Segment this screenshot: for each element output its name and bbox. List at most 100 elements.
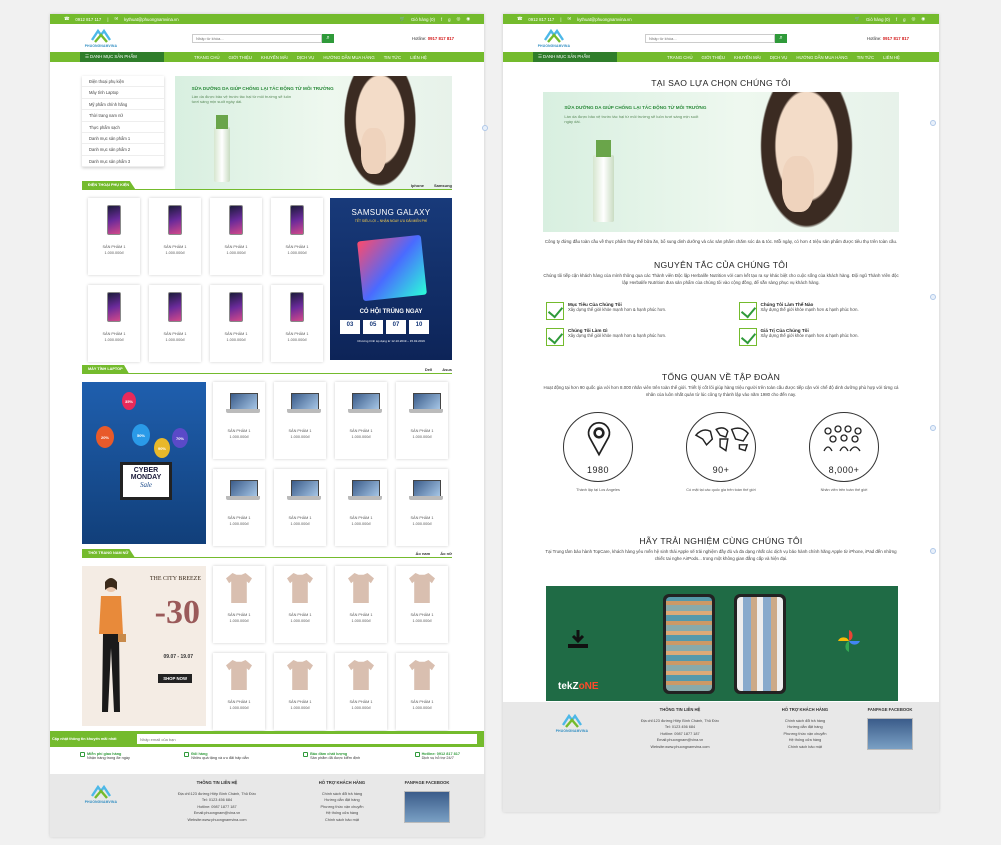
tab-asus[interactable]: Asus xyxy=(442,367,452,372)
product-card[interactable]: SẢN PHẨM 1 1.000.000đ xyxy=(274,653,326,730)
cyber-monday-banner[interactable]: 20% 50% 70% 90% 35% CYBER MONDAY Sale xyxy=(82,382,206,544)
product-card[interactable]: SẢN PHẨM 1 1.000.000đ xyxy=(210,285,262,362)
section-title: MÁY TÍNH LAPTOP xyxy=(82,365,129,373)
tab-women[interactable]: Áo nữ xyxy=(440,551,452,556)
nav-guide[interactable]: HƯỚNG DẪN MUA HÀNG xyxy=(323,55,374,60)
search-button[interactable]: ⌕ xyxy=(775,33,787,43)
category-item[interactable]: Danh mục sản phẩm 1 xyxy=(82,133,164,145)
hero-banner[interactable]: SỮA DƯỠNG DA GIÚP CHỐNG LẠI TÁC ĐỘNG TỪ … xyxy=(175,76,452,190)
product-card[interactable]: SẢN PHẨM 1 1.000.000đ xyxy=(149,198,201,275)
top-email[interactable]: kythuat@phuongnamvina.vn xyxy=(124,17,179,22)
tab-men[interactable]: Áo nam xyxy=(416,551,431,556)
product-card[interactable]: SẢN PHẨM 1 1.000.000đ xyxy=(213,566,265,643)
shop-now-button[interactable]: SHOP NOW xyxy=(158,674,192,683)
nav-contact[interactable]: LIÊN HỆ xyxy=(410,55,427,60)
cart-icon[interactable]: 🛒 xyxy=(400,16,405,22)
scroll-marker-icon[interactable] xyxy=(482,125,488,131)
principle-item: Chúng Tôi Làm Thế Nào Xây dựng thế giới k… xyxy=(738,302,902,320)
nav-news[interactable]: TIN TỨC xyxy=(857,55,874,60)
product-card[interactable]: SẢN PHẨM 1 1.000.000đ xyxy=(396,469,448,546)
chat-icon[interactable]: ◉ xyxy=(466,16,470,22)
nav-services[interactable]: DỊCH VỤ xyxy=(770,55,788,60)
product-card[interactable]: SẢN PHẨM 1 1.000.000đ xyxy=(335,382,387,459)
chat-icon[interactable]: ◉ xyxy=(921,16,925,22)
search-input[interactable] xyxy=(645,33,775,43)
category-menu-button[interactable]: ☰ DANH MỤC SẢN PHẨM xyxy=(80,52,164,62)
instagram-icon[interactable]: ◎ xyxy=(457,16,461,22)
google-icon[interactable]: g xyxy=(903,17,905,22)
logo[interactable]: PHUONGNAMVINA xyxy=(80,28,122,48)
search-icon: ⌕ xyxy=(779,34,783,41)
tab-iphone[interactable]: Iphone xyxy=(411,183,424,188)
nav-promo[interactable]: KHUYẾN MÃI xyxy=(261,55,288,60)
facebook-widget[interactable] xyxy=(867,718,913,750)
product-card[interactable]: SẢN PHẨM 1 1.000.000đ xyxy=(396,382,448,459)
product-card[interactable]: SẢN PHẨM 1 1.000.000đ xyxy=(335,469,387,546)
category-item[interactable]: Thực phẩm sạch xyxy=(82,122,164,133)
product-card[interactable]: SẢN PHẨM 1 1.000.000đ xyxy=(274,566,326,643)
category-item[interactable]: Máy tính Laptop xyxy=(82,87,164,99)
tab-samsung[interactable]: Samsung xyxy=(434,183,452,188)
fashion-banner[interactable]: THE CITY BREEZE -30 09.07 - 19.07 SHOP N… xyxy=(82,566,206,726)
product-card[interactable]: SẢN PHẨM 1 1.000.000đ xyxy=(271,285,323,362)
nav-contact[interactable]: LIÊN HỆ xyxy=(883,55,900,60)
product-card[interactable]: SẢN PHẨM 1 1.000.000đ xyxy=(396,566,448,643)
category-item[interactable]: Thời trang nam nữ xyxy=(82,110,164,122)
product-card[interactable]: SẢN PHẨM 1 1.000.000đ xyxy=(149,285,201,362)
video-brand: tekZoNE xyxy=(558,681,599,692)
product-card[interactable]: SẢN PHẨM 1 1.000.000đ xyxy=(213,653,265,730)
category-item[interactable]: Mỹ phẩm chính hãng xyxy=(82,99,164,111)
shirt-image xyxy=(287,660,313,690)
google-icon[interactable]: g xyxy=(448,17,450,22)
product-card[interactable]: SẢN PHẨM 1 1.000.000đ xyxy=(335,653,387,730)
product-card[interactable]: SẢN PHẨM 1 1.000.000đ xyxy=(396,653,448,730)
product-card[interactable]: SẢN PHẨM 1 1.000.000đ xyxy=(213,469,265,546)
category-item[interactable]: Điện thoại phụ kiện xyxy=(82,76,164,88)
product-card[interactable]: SẢN PHẨM 1 1.000.000đ xyxy=(271,198,323,275)
scroll-marker-icon[interactable] xyxy=(930,120,936,126)
scroll-marker-icon[interactable] xyxy=(930,425,936,431)
cart-link[interactable]: Giỏ hàng (0) xyxy=(411,17,435,22)
product-card[interactable]: SẢN PHẨM 1 1.000.000đ xyxy=(88,285,140,362)
cart-link[interactable]: Giỏ hàng (0) xyxy=(866,17,890,22)
category-item[interactable]: Danh mục sản phẩm 3 xyxy=(82,156,164,168)
nav-about[interactable]: GIỚI THIỆU xyxy=(229,55,252,60)
category-item[interactable]: Danh mục sản phẩm 2 xyxy=(82,144,164,156)
facebook-icon[interactable]: f xyxy=(896,17,897,22)
phone-image xyxy=(229,205,243,235)
product-card[interactable]: SẢN PHẨM 1 1.000.000đ xyxy=(335,566,387,643)
top-phone[interactable]: 0912 817 117 xyxy=(75,17,101,22)
category-menu-button[interactable]: ☰ DANH MỤC SẢN PHẨM xyxy=(533,52,617,62)
why-section: TẠI SAO LỰA CHỌN CHÚNG TÔI xyxy=(503,78,939,88)
facebook-icon[interactable]: f xyxy=(441,17,442,22)
product-card[interactable]: SẢN PHẨM 1 1.000.000đ xyxy=(274,469,326,546)
nav-news[interactable]: TIN TỨC xyxy=(384,55,401,60)
samsung-promo-banner[interactable]: SAMSUNG GALAXY TẾT SIÊU LỢI – NHẬN NGAY … xyxy=(330,198,452,360)
search-button[interactable]: ⌕ xyxy=(322,33,334,43)
nav-guide[interactable]: HƯỚNG DẪN MUA HÀNG xyxy=(796,55,847,60)
logo-icon xyxy=(91,28,111,43)
search-input[interactable] xyxy=(192,33,322,43)
cart-icon[interactable]: 🛒 xyxy=(855,16,860,22)
scroll-marker-icon[interactable] xyxy=(930,548,936,554)
top-email[interactable]: kythuat@phuongnamvina.vn xyxy=(577,17,632,22)
product-card[interactable]: SẢN PHẨM 1 1.000.000đ xyxy=(213,382,265,459)
footer-logo[interactable]: PHUONGNAMVINA xyxy=(551,713,593,812)
product-card[interactable]: SẢN PHẨM 1 1.000.000đ xyxy=(88,198,140,275)
product-card[interactable]: SẢN PHẨM 1 1.000.000đ xyxy=(210,198,262,275)
top-phone[interactable]: 0912 817 117 xyxy=(528,17,554,22)
nav-about[interactable]: GIỚI THIỆU xyxy=(702,55,725,60)
nav-home[interactable]: TRANG CHỦ xyxy=(667,55,693,60)
nav-promo[interactable]: KHUYẾN MÃI xyxy=(734,55,761,60)
nav-services[interactable]: DỊCH VỤ xyxy=(297,55,315,60)
logo[interactable]: PHUONGNAMVINA xyxy=(533,28,575,48)
footer-logo[interactable]: PHUONGNAMVINA xyxy=(80,784,122,837)
video-player[interactable]: tekZoNE xyxy=(546,586,898,701)
scroll-marker-icon[interactable] xyxy=(930,294,936,300)
nav-home[interactable]: TRANG CHỦ xyxy=(194,55,220,60)
newsletter-email-input[interactable] xyxy=(137,734,477,744)
tab-dell[interactable]: Dell xyxy=(425,367,432,372)
product-card[interactable]: SẢN PHẨM 1 1.000.000đ xyxy=(274,382,326,459)
facebook-widget[interactable] xyxy=(404,791,450,823)
instagram-icon[interactable]: ◎ xyxy=(912,16,916,22)
